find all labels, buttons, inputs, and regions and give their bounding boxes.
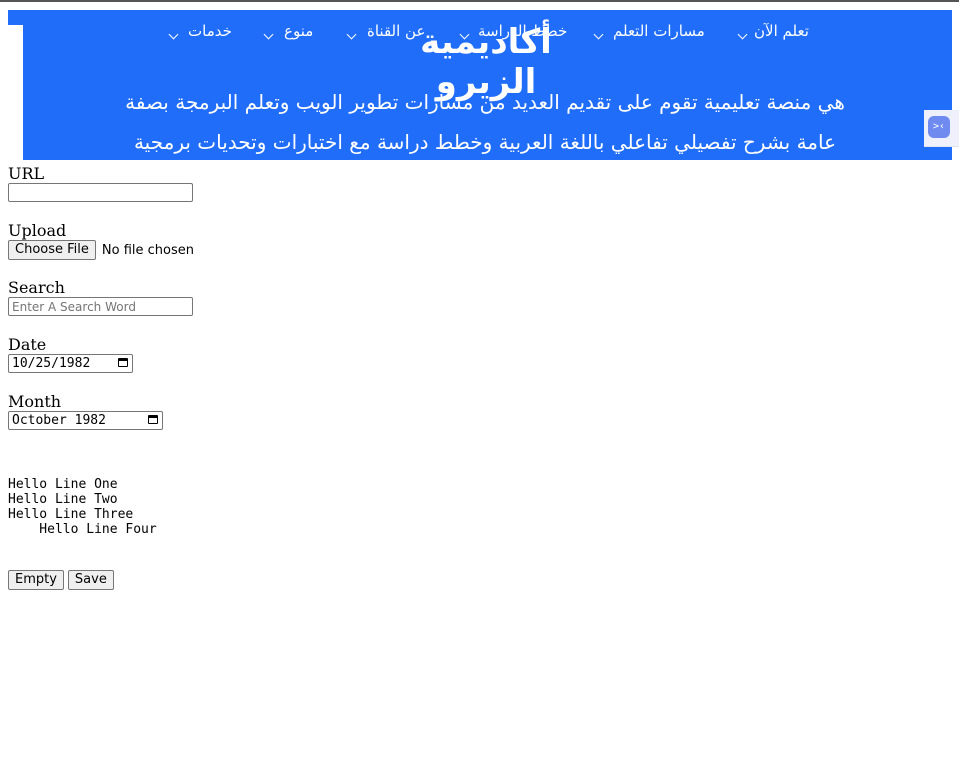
preformatted-text: Hello Line One Hello Line Two Hello Line… (8, 477, 157, 537)
date-value: 10/25/1982 (12, 356, 91, 371)
upload-label: Upload (8, 221, 67, 240)
nav-item-learn-now[interactable]: تعلم الآن (737, 22, 844, 40)
nav-item-label: تعلم الآن (754, 22, 809, 40)
file-upload[interactable]: Choose File No file chosen (8, 240, 194, 260)
nav-item-label: خطط الدراسة (478, 22, 568, 40)
top-border (0, 0, 959, 2)
choose-file-button[interactable]: Choose File (8, 240, 96, 260)
nav-item-misc[interactable]: منوع (263, 22, 324, 40)
nav-item-label: خدمات (188, 22, 232, 40)
nav-item-learning-paths[interactable]: مسارات التعلم (593, 22, 713, 40)
save-button[interactable]: Save (67, 570, 114, 590)
search-input[interactable] (8, 297, 193, 316)
calendar-icon[interactable] (148, 415, 158, 424)
side-widget[interactable]: >‹ (924, 110, 959, 147)
date-input[interactable]: 10/25/1982 (8, 354, 133, 373)
month-input[interactable]: October 1982 (8, 411, 163, 430)
nav-item-label: مسارات التعلم (613, 22, 705, 40)
nav-item-label: عن القناة (367, 22, 426, 40)
code-icon: >‹ (928, 116, 950, 138)
empty-button[interactable]: Empty (8, 570, 64, 590)
url-label: URL (8, 164, 45, 183)
url-input[interactable] (8, 183, 193, 202)
month-value: October 1982 (12, 413, 106, 428)
month-label: Month (8, 392, 62, 411)
calendar-icon[interactable] (118, 358, 128, 367)
file-status: No file chosen (101, 242, 194, 258)
nav-item-services[interactable]: خدمات (168, 22, 238, 40)
nav-item-label: منوع (284, 22, 314, 40)
nav-item-about-channel[interactable]: عن القناة (346, 22, 437, 40)
date-label: Date (8, 335, 47, 354)
banner-notch (8, 25, 23, 160)
form-actions: Empty Save (8, 570, 114, 590)
nav-item-study-plans[interactable]: خطط الدراسة (459, 22, 568, 40)
search-label: Search (8, 278, 65, 297)
